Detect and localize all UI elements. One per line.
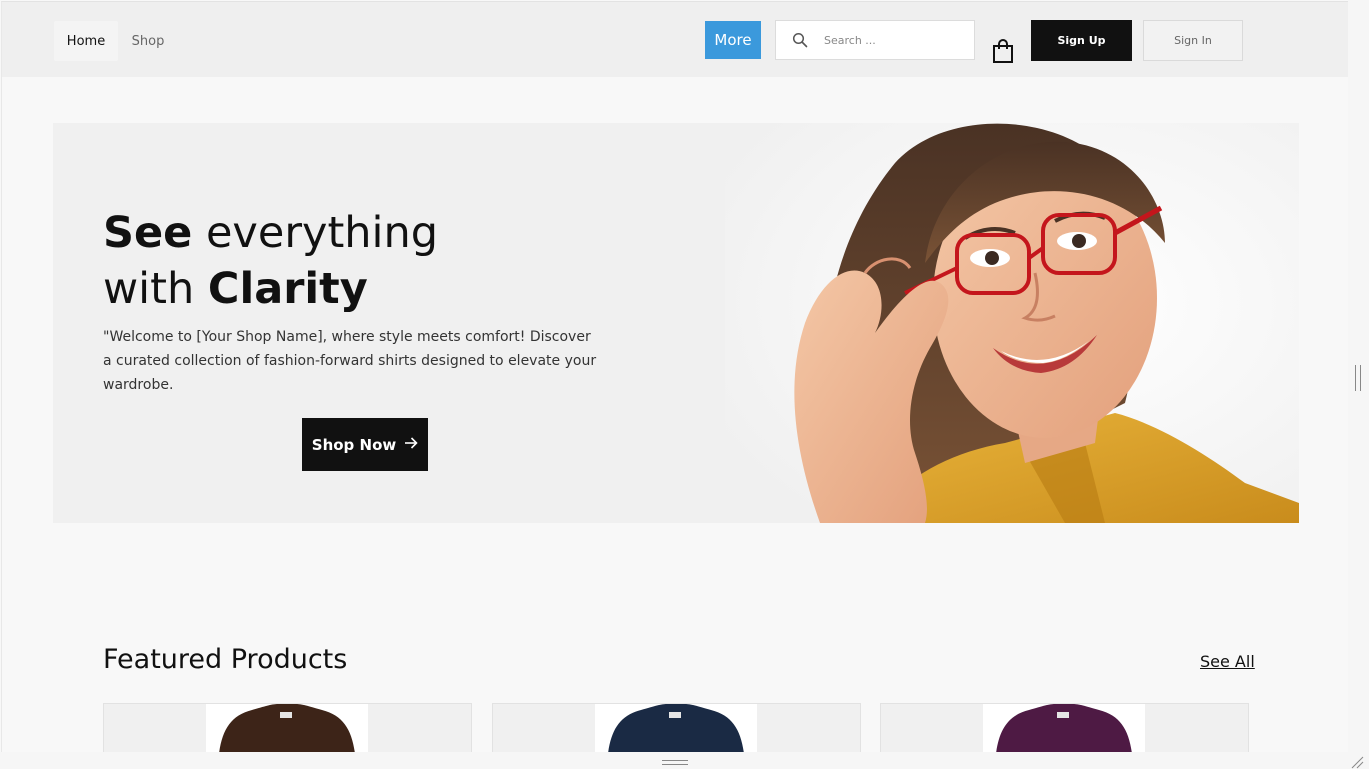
sign-in-button[interactable]: Sign In bbox=[1143, 20, 1243, 61]
hero-title-bold-1: See bbox=[103, 208, 193, 258]
hero-title: See everything with Clarity bbox=[103, 205, 438, 317]
resize-grip-icon[interactable] bbox=[1350, 754, 1364, 769]
hero-model-image bbox=[725, 123, 1299, 523]
hero-description: "Welcome to [Your Shop Name], where styl… bbox=[103, 329, 597, 393]
featured-products-title: Featured Products bbox=[103, 644, 348, 675]
more-button[interactable]: More bbox=[705, 21, 761, 59]
product-image bbox=[595, 704, 757, 752]
nav-item-shop[interactable]: Shop bbox=[122, 21, 174, 61]
hero-title-rest-1: everything bbox=[192, 208, 439, 258]
sign-up-button[interactable]: Sign Up bbox=[1031, 20, 1132, 61]
arrow-right-icon bbox=[404, 436, 418, 454]
product-card[interactable] bbox=[103, 703, 472, 752]
horizontal-resize-handle[interactable] bbox=[662, 760, 688, 765]
product-card[interactable] bbox=[880, 703, 1249, 752]
hero-title-bold-2: Clarity bbox=[207, 264, 368, 314]
product-image bbox=[983, 704, 1145, 752]
shop-now-button[interactable]: Shop Now bbox=[302, 418, 428, 471]
product-image bbox=[206, 704, 368, 752]
vertical-resize-handle[interactable] bbox=[1355, 365, 1361, 391]
search-box bbox=[775, 20, 975, 60]
see-all-link[interactable]: See All bbox=[1200, 652, 1255, 671]
product-card[interactable] bbox=[492, 703, 861, 752]
app-window: Home Shop More Sign Up Sign In See every… bbox=[1, 1, 1348, 752]
shopping-bag-icon[interactable] bbox=[991, 38, 1015, 64]
search-icon[interactable] bbox=[792, 32, 808, 48]
top-nav-bar: Home Shop More Sign Up Sign In bbox=[2, 2, 1348, 77]
shop-now-label: Shop Now bbox=[311, 435, 397, 454]
hero-title-rest-2: with bbox=[103, 264, 208, 314]
hero-banner: See everything with Clarity "Welcome to … bbox=[53, 123, 1299, 523]
nav-item-home[interactable]: Home bbox=[54, 21, 118, 61]
search-input[interactable] bbox=[824, 33, 954, 47]
